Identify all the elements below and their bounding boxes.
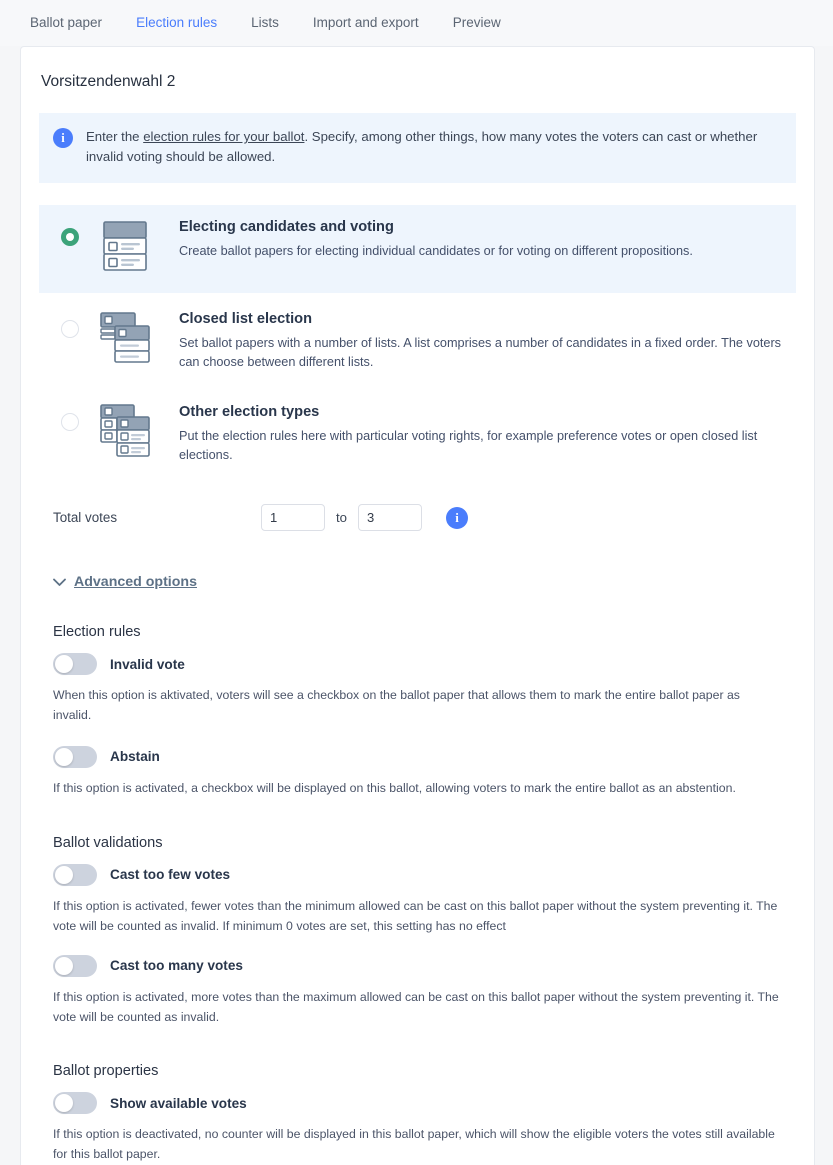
advanced-options-label: Advanced options bbox=[74, 574, 197, 591]
page-title: Vorsitzendenwahl 2 bbox=[41, 73, 176, 90]
tab-lists[interactable]: Lists bbox=[234, 0, 296, 46]
section-title: Election rules bbox=[53, 624, 141, 641]
setting-invalid-vote[interactable]: Invalid vote bbox=[53, 653, 780, 676]
tab-election-rules[interactable]: Election rules bbox=[119, 0, 234, 46]
section-ballot-validations: Ballot validations Cast too few votes If… bbox=[53, 835, 796, 1028]
section-title: Ballot validations bbox=[53, 834, 163, 851]
option-description: Create ballot papers for electing indivi… bbox=[179, 243, 693, 258]
toggle-cast-too-many-votes[interactable] bbox=[53, 954, 97, 977]
election-rules-link[interactable]: election rules for your ballot bbox=[143, 129, 304, 144]
chevron-down-icon bbox=[53, 578, 66, 587]
info-banner-text-before: Enter the bbox=[86, 129, 144, 144]
radio-closed-list-election[interactable] bbox=[61, 319, 79, 338]
info-banner-text: Enter the election rules for your ballot… bbox=[86, 127, 780, 168]
tab-preview[interactable]: Preview bbox=[436, 0, 518, 46]
option-title: Closed list election bbox=[179, 310, 312, 327]
toggle-abstain[interactable] bbox=[53, 745, 97, 768]
setting-cast-too-many-votes[interactable]: Cast too many votes bbox=[53, 954, 780, 977]
option-other-election-types[interactable]: Other election types Put the election ru… bbox=[39, 390, 796, 479]
setting-help-cast-too-many-votes: If this option is activated, more votes … bbox=[53, 989, 779, 1024]
section-election-rules: Election rules Invalid vote When this op… bbox=[53, 624, 796, 799]
total-votes-label: Total votes bbox=[53, 510, 118, 526]
setting-help-show-available-votes: If this option is deactivated, no counte… bbox=[53, 1127, 775, 1162]
tab-import-and-export[interactable]: Import and export bbox=[296, 0, 436, 46]
option-electing-candidates-and-voting[interactable]: Electing candidates and voting Create ba… bbox=[39, 204, 796, 293]
info-banner: i Enter the election rules for your ball… bbox=[39, 113, 796, 183]
radio-electing-candidates-and-voting[interactable] bbox=[61, 227, 79, 246]
ballot-other-icon bbox=[99, 403, 165, 464]
radio-other-election-types[interactable] bbox=[61, 413, 79, 431]
setting-help-invalid-vote: When this option is aktivated, voters wi… bbox=[53, 688, 740, 722]
setting-label: Abstain bbox=[110, 749, 160, 765]
tab-ballot-paper[interactable]: Ballot paper bbox=[30, 0, 119, 46]
setting-help-abstain: If this option is activated, a checkbox … bbox=[53, 780, 736, 795]
setting-label: Show available votes bbox=[110, 1095, 247, 1111]
toggle-cast-too-few-votes[interactable] bbox=[53, 863, 97, 886]
election-rules-card: Vorsitzendenwahl 2 i Enter the election … bbox=[20, 46, 815, 1165]
setting-label: Invalid vote bbox=[110, 656, 185, 672]
section-ballot-properties: Ballot properties Show available votes I… bbox=[53, 1063, 796, 1165]
setting-abstain[interactable]: Abstain bbox=[53, 745, 780, 768]
setting-label: Cast too few votes bbox=[110, 867, 231, 883]
total-votes-min-input[interactable] bbox=[261, 504, 325, 532]
tab-bar: Ballot paper Election rules Lists Import… bbox=[0, 0, 833, 46]
info-icon: i bbox=[53, 128, 73, 148]
total-votes-max-input[interactable] bbox=[358, 504, 422, 532]
ballot-list-icon bbox=[99, 310, 165, 371]
total-votes-info-icon[interactable]: i bbox=[446, 506, 468, 529]
option-description: Set ballot papers with a number of lists… bbox=[179, 335, 782, 369]
total-votes-separator: to bbox=[336, 510, 347, 526]
setting-show-available-votes[interactable]: Show available votes bbox=[53, 1092, 780, 1115]
option-description: Put the election rules here with particu… bbox=[179, 429, 758, 463]
advanced-options-toggle[interactable]: Advanced options bbox=[53, 574, 796, 590]
toggle-invalid-vote[interactable] bbox=[53, 653, 97, 676]
setting-help-cast-too-few-votes: If this option is activated, fewer votes… bbox=[53, 898, 778, 933]
setting-label: Cast too many votes bbox=[110, 958, 243, 974]
option-closed-list-election[interactable]: Closed list election Set ballot papers w… bbox=[39, 297, 796, 386]
toggle-show-available-votes[interactable] bbox=[53, 1092, 97, 1115]
ballot-single-icon bbox=[99, 218, 165, 279]
section-title: Ballot properties bbox=[53, 1063, 159, 1080]
option-title: Electing candidates and voting bbox=[179, 218, 394, 235]
option-title: Other election types bbox=[179, 404, 320, 420]
total-votes-row: Total votes to i bbox=[39, 504, 796, 532]
setting-cast-too-few-votes[interactable]: Cast too few votes bbox=[53, 863, 780, 886]
